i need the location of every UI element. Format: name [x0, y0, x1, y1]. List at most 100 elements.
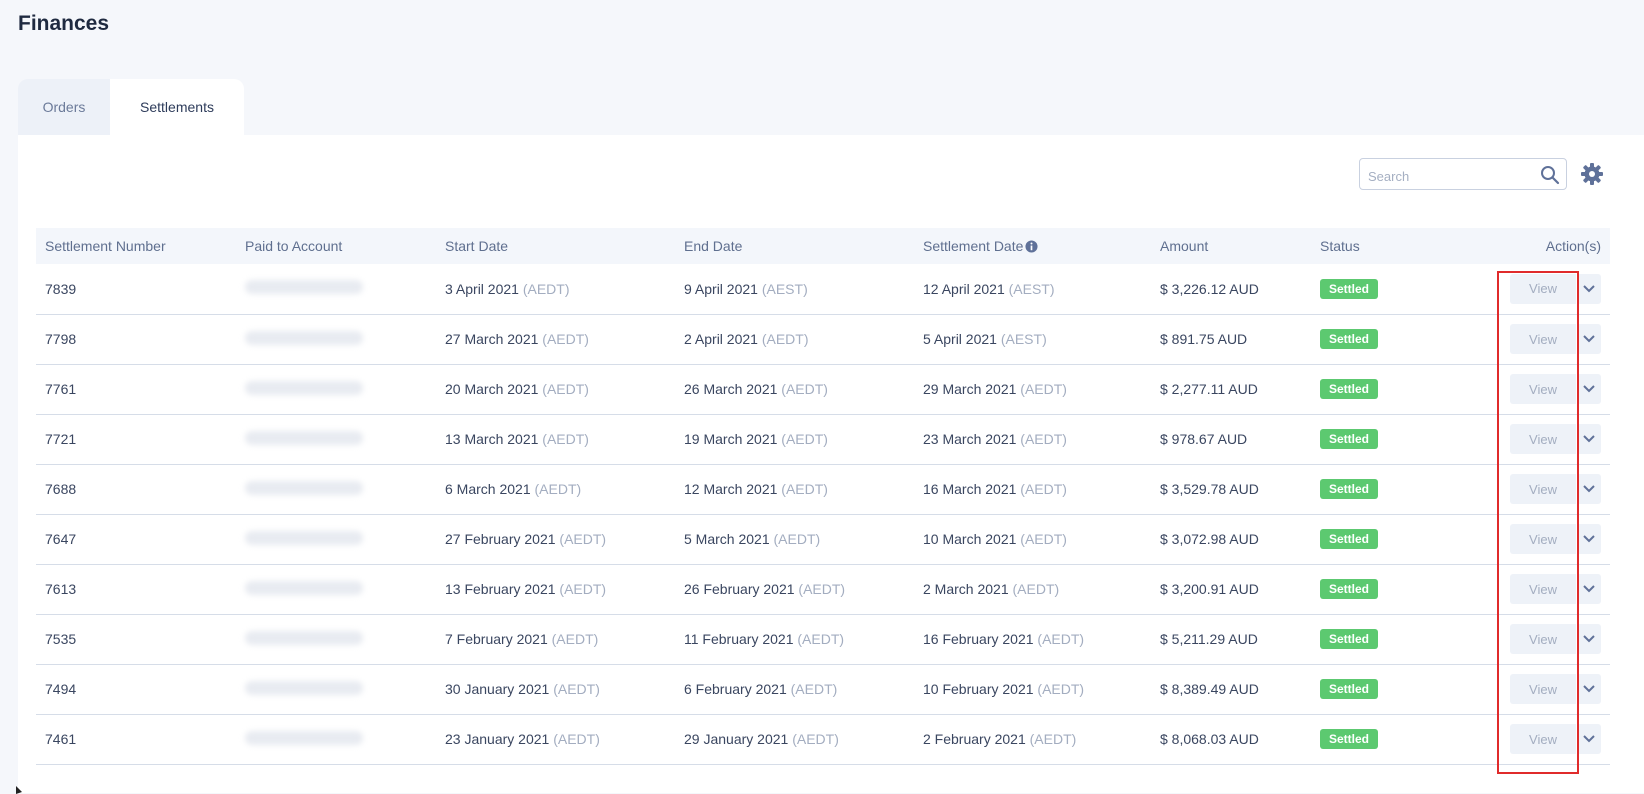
actions-dropdown-button[interactable]	[1577, 574, 1601, 604]
amount-cell: $ 5,211.29 AUD	[1160, 631, 1258, 647]
header-start-date[interactable]: Start Date	[436, 228, 675, 264]
settlements-panel: Settlement Number Paid to Account Start …	[18, 135, 1644, 793]
view-button[interactable]: View	[1510, 273, 1576, 304]
actions-cell: View	[1461, 464, 1610, 514]
start-date-timezone: (AEDT)	[559, 531, 607, 547]
table-row[interactable]: 7688 6 March 2021 (AEDT) 12 March 2021 (AE…	[36, 464, 1610, 514]
table-row[interactable]: 7761 20 March 2021 (AEDT) 26 March 2021 (A…	[36, 364, 1610, 414]
start-date-cell: 30 January 2021 (AEDT)	[436, 664, 675, 714]
header-settlement-number[interactable]: Settlement Number	[36, 228, 236, 264]
chevron-down-icon	[1583, 385, 1595, 393]
info-icon[interactable]	[1025, 240, 1038, 253]
table-row[interactable]: 7839 3 April 2021 (AEDT) 9 April 2021 (AES…	[36, 264, 1610, 314]
end-date: 26 February 2021	[684, 581, 795, 597]
status-badge: Settled	[1320, 429, 1379, 449]
table-row[interactable]: 7647 27 February 2021 (AEDT) 5 March 2021 …	[36, 514, 1610, 564]
start-date-timezone: (AEDT)	[542, 331, 589, 347]
amount-cell: $ 3,529.78 AUD	[1160, 481, 1259, 497]
table-row[interactable]: 7461 23 January 2021 (AEDT) 29 January 202…	[36, 714, 1610, 764]
chevron-down-icon	[1583, 585, 1595, 593]
view-button[interactable]: View	[1510, 324, 1576, 354]
table-row[interactable]: 7535 7 February 2021 (AEDT) 11 February 20…	[36, 614, 1610, 664]
end-date: 11 February 2021	[684, 631, 794, 647]
actions-dropdown-button[interactable]	[1577, 374, 1601, 404]
actions-cell: View	[1461, 614, 1610, 664]
end-date-cell: 5 March 2021 (AEDT)	[675, 514, 914, 564]
amount-cell: $ 8,389.49 AUD	[1160, 681, 1259, 697]
settlement-date-timezone: (AEDT)	[1012, 581, 1060, 597]
settlement-date-cell: 10 February 2021 (AEDT)	[914, 664, 1151, 714]
status-badge: Settled	[1320, 579, 1379, 599]
actions-dropdown-button[interactable]	[1577, 674, 1601, 704]
start-date-timezone: (AEDT)	[542, 431, 589, 447]
tab-orders[interactable]: Orders	[18, 79, 110, 135]
settlement-date: 5 April 2021	[923, 331, 997, 347]
amount-cell: $ 3,200.91 AUD	[1160, 581, 1259, 597]
actions-cell: View	[1461, 564, 1610, 614]
actions-dropdown-button[interactable]	[1577, 324, 1601, 354]
start-date-cell: 20 March 2021 (AEDT)	[436, 364, 675, 414]
chevron-down-icon	[1583, 285, 1595, 293]
header-settlement-date[interactable]: Settlement Date	[914, 228, 1151, 264]
table-row[interactable]: 7494 30 January 2021 (AEDT) 6 February 202…	[36, 664, 1610, 714]
settlement-date-cell: 2 February 2021 (AEDT)	[914, 714, 1151, 764]
header-paid-to-account[interactable]: Paid to Account	[236, 228, 436, 264]
view-button[interactable]: View	[1510, 724, 1576, 754]
view-button[interactable]: View	[1510, 624, 1576, 654]
view-button[interactable]: View	[1510, 574, 1576, 604]
actions-cell: View	[1461, 664, 1610, 714]
end-date: 2 April 2021	[684, 331, 758, 347]
end-date-timezone: (AEDT)	[773, 531, 821, 547]
end-date: 26 March 2021	[684, 381, 778, 397]
actions-cell: View	[1461, 414, 1610, 464]
tab-settlements[interactable]: Settlements	[110, 79, 244, 135]
status-cell: Settled	[1311, 564, 1461, 614]
settlement-date-cell: 16 March 2021 (AEDT)	[914, 464, 1151, 514]
settlement-date-timezone: (AEDT)	[1020, 531, 1067, 547]
header-amount[interactable]: Amount	[1151, 228, 1311, 264]
settlement-date-timezone: (AEDT)	[1020, 481, 1067, 497]
status-cell: Settled	[1311, 514, 1461, 564]
view-button[interactable]: View	[1510, 524, 1576, 554]
start-date-cell: 23 January 2021 (AEDT)	[436, 714, 675, 764]
settlement-date-cell: 23 March 2021 (AEDT)	[914, 414, 1151, 464]
gear-icon[interactable]	[1580, 162, 1604, 186]
settlement-date-cell: 10 March 2021 (AEDT)	[914, 514, 1151, 564]
end-date-timezone: (AEDT)	[797, 631, 845, 647]
actions-cell: View	[1461, 714, 1610, 764]
actions-dropdown-button[interactable]	[1577, 524, 1601, 554]
actions-dropdown-button[interactable]	[1577, 424, 1601, 454]
status-badge: Settled	[1320, 278, 1379, 299]
actions-dropdown-button[interactable]	[1577, 724, 1601, 754]
table-row[interactable]: 7613 13 February 2021 (AEDT) 26 February 2…	[36, 564, 1610, 614]
start-date-timezone: (AEDT)	[522, 280, 570, 297]
actions-dropdown-button[interactable]	[1577, 273, 1601, 304]
status-cell: Settled	[1311, 264, 1461, 314]
header-status[interactable]: Status	[1311, 228, 1461, 264]
settlement-date-timezone: (AEDT)	[1029, 731, 1077, 747]
view-button[interactable]: View	[1510, 374, 1576, 404]
actions-dropdown-button[interactable]	[1577, 474, 1601, 504]
view-button[interactable]: View	[1510, 474, 1576, 504]
search-input[interactable]	[1366, 165, 1540, 187]
paid-to-account-cell	[236, 564, 436, 614]
settlement-number-cell: 7535	[45, 631, 77, 647]
end-date-cell: 29 January 2021 (AEDT)	[675, 714, 914, 764]
status-badge: Settled	[1320, 379, 1379, 399]
status-badge: Settled	[1320, 329, 1379, 349]
paid-to-account-cell	[236, 514, 436, 564]
table-row[interactable]: 7798 27 March 2021 (AEDT) 2 April 2021 (AE…	[36, 314, 1610, 364]
view-button[interactable]: View	[1510, 674, 1576, 704]
start-date-cell: 13 February 2021 (AEDT)	[436, 564, 675, 614]
header-end-date[interactable]: End Date	[675, 228, 914, 264]
actions-dropdown-button[interactable]	[1577, 624, 1601, 654]
start-date-cell: 6 March 2021 (AEDT)	[436, 464, 675, 514]
table-header-row: Settlement Number Paid to Account Start …	[36, 228, 1610, 264]
view-button[interactable]: View	[1510, 424, 1576, 454]
search-icon[interactable]	[1540, 165, 1560, 185]
settlement-date: 16 February 2021	[923, 631, 1034, 647]
amount-cell: $ 3,072.98 AUD	[1160, 531, 1259, 547]
settlement-date: 16 March 2021	[923, 481, 1017, 497]
table-row[interactable]: 7721 13 March 2021 (AEDT) 19 March 2021 (A…	[36, 414, 1610, 464]
start-date-timezone: (AEDT)	[553, 731, 600, 747]
